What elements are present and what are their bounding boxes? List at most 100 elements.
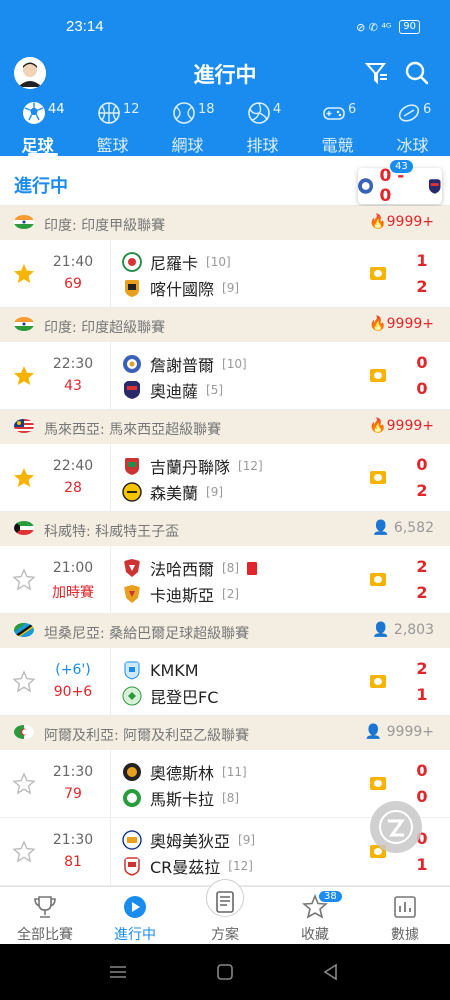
match-minute: 81 — [64, 854, 82, 870]
trophy-icon — [34, 896, 56, 918]
home-team: 詹謝普爾 [10] — [122, 353, 247, 375]
bottom-navigation: 全部比賽 進行中 方案 38 收藏 數據 — [0, 879, 450, 944]
home-square-icon[interactable] — [216, 963, 234, 981]
favorite-star-icon[interactable] — [12, 568, 36, 592]
home-team: 吉蘭丹聯隊 [12] — [122, 455, 263, 477]
league-header[interactable]: 馬來西亞: 馬來西亞超級聯賽 🔥9999+ — [0, 410, 450, 444]
team-logo-icon — [122, 686, 142, 706]
floating-live-score[interactable]: 43 0 - 0 — [358, 160, 442, 206]
favorite-star-icon[interactable] — [12, 466, 36, 490]
team-logo-icon — [122, 252, 142, 272]
basketball-icon — [98, 102, 120, 124]
team-name: KMKM — [150, 660, 199, 680]
match-row[interactable]: (+6') 90+6 KMKM 昆登巴FC 2 1 — [0, 648, 450, 716]
away-score: 2 — [416, 481, 428, 500]
nav-plans[interactable]: 方案 — [180, 879, 270, 944]
top-header: 23:14 ⊘ ✆ ⁴ᴳ 90 進行中 44 足球 12 籃球 18 網球 4 … — [0, 0, 450, 156]
tab-count: 44 — [48, 102, 65, 117]
tab-count: 6 — [348, 102, 357, 117]
team-name: 馬斯卡拉 — [150, 790, 215, 809]
odds-icon[interactable] — [370, 369, 386, 382]
divider — [110, 444, 111, 512]
team-logo-icon — [123, 763, 141, 781]
battery-icon: 90 — [399, 20, 420, 34]
home-team: 奧德斯林 [11] — [122, 761, 247, 783]
tab-count: 6 — [423, 102, 432, 117]
status-bar: 23:14 ⊘ ✆ ⁴ᴳ 90 — [0, 0, 450, 44]
odds-icon[interactable] — [370, 573, 386, 586]
system-navigation-bar — [0, 944, 450, 1000]
match-row[interactable]: 22:40 28 吉蘭丹聯隊 [12] 森美蘭 [9] 0 2 — [0, 444, 450, 512]
league-header[interactable]: 坦桑尼亞: 桑給巴爾足球超級聯賽 👤 2,803 — [0, 614, 450, 648]
tab-basketball[interactable]: 12 籃球 — [75, 98, 150, 156]
match-row[interactable]: 21:00 加時賽 法哈西爾 [8] 卡迪斯亞 [2] 2 2 — [0, 546, 450, 614]
team-rank: [12] — [228, 859, 253, 873]
favorite-star-icon[interactable] — [12, 670, 36, 694]
tab-football[interactable]: 44 足球 — [0, 98, 75, 156]
tab-tennis[interactable]: 18 網球 — [150, 98, 225, 156]
team-name: 詹謝普爾 — [150, 356, 215, 375]
league-header[interactable]: 阿爾及利亞: 阿爾及利亞乙級聯賽 👤 9999+ — [0, 716, 450, 750]
team-logo-icon — [122, 482, 142, 502]
team-name: 奧迪薩 — [150, 382, 199, 401]
tab-count: 18 — [198, 102, 215, 117]
floating-action-button[interactable] — [370, 801, 422, 853]
live-count-badge: 43 — [390, 160, 413, 173]
match-row[interactable]: 21:40 69 尼羅卡 [10] 喀什國際 [9] 1 2 — [0, 240, 450, 308]
favorite-star-icon[interactable] — [12, 364, 36, 388]
favorite-star-icon[interactable] — [12, 262, 36, 286]
nav-label: 數據 — [391, 927, 419, 943]
match-row[interactable]: 22:30 43 詹謝普爾 [10] 奧迪薩 [5] 0 0 — [0, 342, 450, 410]
away-team: 卡迪斯亞 [2] — [122, 583, 239, 605]
away-score: 2 — [416, 583, 428, 602]
odds-icon[interactable] — [370, 777, 386, 790]
divider — [110, 342, 111, 410]
match-list[interactable]: 進行中 43 0 - 0 印度: 印度甲級聯賽 🔥9999+ 21:40 69 … — [0, 156, 450, 886]
home-score: 0 — [416, 455, 428, 474]
away-team: 馬斯卡拉 [8] — [122, 787, 239, 809]
odds-icon[interactable] — [370, 267, 386, 280]
tab-esports[interactable]: 6 電競 — [300, 98, 375, 156]
heat-count: 👤 9999+ — [364, 724, 434, 740]
tab-icehockey[interactable]: 6 冰球 — [375, 98, 450, 156]
match-minute: 69 — [64, 276, 82, 292]
team-rank: [5] — [206, 383, 224, 397]
back-triangle-icon[interactable] — [322, 963, 340, 981]
nav-data[interactable]: 數據 — [360, 887, 450, 944]
team-name: 昆登巴FC — [150, 688, 219, 707]
league-name: 印度: 印度甲級聯賽 — [44, 218, 166, 234]
team-name: 喀什國際 — [150, 280, 215, 299]
tab-volleyball[interactable]: 4 排球 — [225, 98, 300, 156]
search-icon[interactable] — [404, 60, 430, 86]
favorite-star-icon[interactable] — [12, 772, 36, 796]
league-header[interactable]: 印度: 印度甲級聯賽 🔥9999+ — [0, 206, 450, 240]
league-header[interactable]: 科威特: 科威特王子盃 👤 6,582 — [0, 512, 450, 546]
team-logo-icon — [428, 179, 441, 194]
menu-icon[interactable] — [108, 964, 128, 980]
filter-icon[interactable] — [364, 60, 390, 86]
team-logo-icon — [358, 178, 374, 194]
nav-label: 進行中 — [114, 927, 156, 943]
volleyball-icon — [248, 102, 270, 124]
home-score: 0 — [416, 353, 428, 372]
odds-icon[interactable] — [370, 471, 386, 484]
nav-label: 全部比賽 — [17, 927, 73, 943]
nav-live[interactable]: 進行中 — [90, 887, 180, 944]
team-rank: [9] — [206, 485, 224, 499]
divider — [110, 818, 111, 886]
home-score: 1 — [416, 251, 428, 270]
favorite-star-icon[interactable] — [12, 840, 36, 864]
heat-value: 6,582 — [393, 520, 434, 536]
team-logo-icon — [124, 857, 140, 876]
nav-favorites[interactable]: 38 收藏 — [270, 887, 360, 944]
match-minute: 28 — [64, 480, 82, 496]
league-header[interactable]: 印度: 印度超級聯賽 🔥9999+ — [0, 308, 450, 342]
team-rank: [9] — [222, 281, 240, 295]
match-start-time: 21:40 — [52, 254, 94, 270]
nav-all-matches[interactable]: 全部比賽 — [0, 887, 90, 944]
odds-icon[interactable] — [370, 675, 386, 688]
live-section-header: 進行中 43 0 - 0 — [0, 156, 450, 206]
flag-tanzania-icon — [14, 623, 34, 637]
team-logo-icon — [122, 830, 142, 850]
team-logo-icon — [124, 661, 140, 680]
